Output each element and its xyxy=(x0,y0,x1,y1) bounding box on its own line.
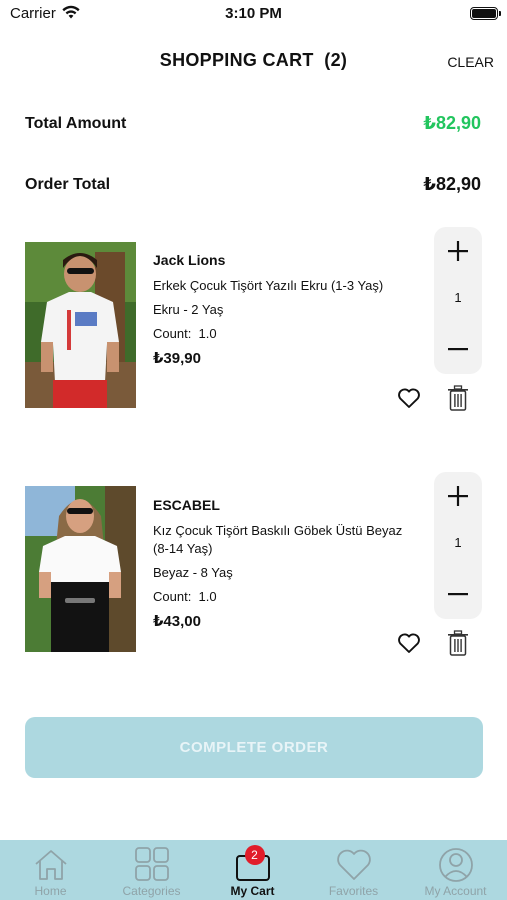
account-icon xyxy=(438,848,473,882)
page-title: SHOPPING CART (2) xyxy=(159,50,348,70)
tab-my-account[interactable]: My Account xyxy=(404,840,507,900)
product-variant: Ekru - 2 Yaş xyxy=(153,302,224,317)
tab-favorites[interactable]: Favorites xyxy=(303,840,404,900)
product-photo-boy xyxy=(25,242,136,408)
product-brand: ESCABEL xyxy=(153,497,220,513)
status-bar: Carrier 3:10 PM xyxy=(0,0,507,28)
decrease-quantity-button[interactable] xyxy=(434,331,482,367)
tab-my-cart[interactable]: 2 My Cart xyxy=(202,840,303,900)
plus-icon xyxy=(448,241,468,261)
trash-icon[interactable] xyxy=(446,385,470,411)
tab-categories[interactable]: Categories xyxy=(101,840,202,900)
tab-label: My Cart xyxy=(230,884,275,898)
clock: 3:10 PM xyxy=(225,5,282,22)
tab-home[interactable]: Home xyxy=(0,840,101,900)
tab-bar: Home Categories 2 My Cart Favorites My A… xyxy=(0,840,507,900)
home-icon xyxy=(34,850,67,880)
product-price: ₺39,90 xyxy=(153,350,201,367)
product-image[interactable] xyxy=(25,242,136,408)
complete-order-button[interactable]: COMPLETE ORDER xyxy=(25,717,483,778)
cart-count-badge: 2 xyxy=(244,845,265,865)
favorite-heart-icon[interactable] xyxy=(397,387,421,409)
tab-label: Favorites xyxy=(328,884,379,898)
categories-icon xyxy=(134,847,169,881)
tab-label: Categories xyxy=(122,884,181,898)
decrease-quantity-button[interactable] xyxy=(434,576,482,612)
quantity-value: 1 xyxy=(454,290,462,305)
favorite-heart-icon[interactable] xyxy=(397,632,421,654)
product-name: Kız Çocuk Tişört Baskılı Göbek Üstü Beya… xyxy=(153,523,403,556)
product-image[interactable] xyxy=(25,486,136,652)
total-amount-label: Total Amount xyxy=(25,115,127,132)
product-price: ₺43,00 xyxy=(153,613,201,630)
product-variant: Beyaz - 8 Yaş xyxy=(153,565,233,580)
total-amount-value: ₺82,90 xyxy=(423,113,481,133)
quantity-stepper: 1 xyxy=(434,472,482,619)
product-brand: Jack Lions xyxy=(153,252,226,268)
heart-icon xyxy=(336,849,371,880)
tab-label: My Account xyxy=(424,884,487,898)
minus-icon xyxy=(448,348,468,351)
clear-cart-button[interactable]: CLEAR xyxy=(447,54,494,70)
order-total-label: Order Total xyxy=(25,176,111,193)
order-total-value: ₺82,90 xyxy=(423,174,481,194)
product-photo-girl xyxy=(25,486,136,652)
product-count: Count: 1.0 xyxy=(153,589,217,604)
battery-icon xyxy=(470,7,501,20)
product-name: Erkek Çocuk Tişört Yazılı Ekru (1-3 Yaş) xyxy=(153,278,384,293)
quantity-value: 1 xyxy=(454,535,462,550)
product-count: Count: 1.0 xyxy=(153,326,217,341)
increase-quantity-button[interactable] xyxy=(434,478,482,514)
tab-label: Home xyxy=(34,884,67,898)
trash-icon[interactable] xyxy=(446,630,470,656)
quantity-stepper: 1 xyxy=(434,227,482,374)
increase-quantity-button[interactable] xyxy=(434,233,482,269)
minus-icon xyxy=(448,593,468,596)
plus-icon xyxy=(448,486,468,506)
